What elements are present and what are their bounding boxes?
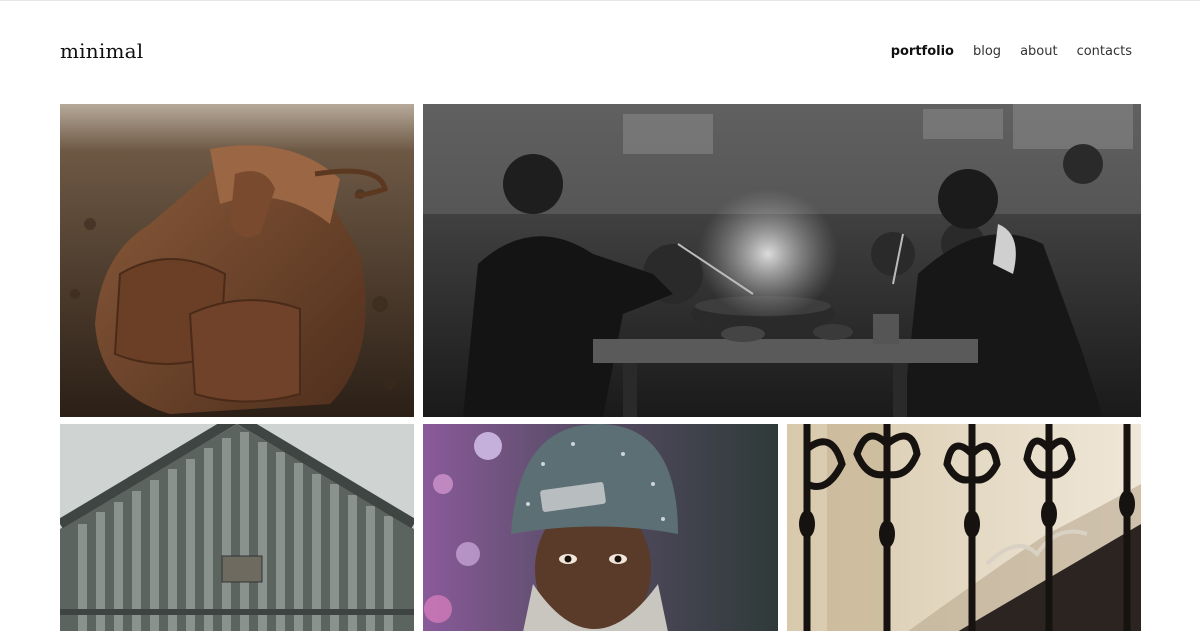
main-nav: portfolio blog about contacts [891, 44, 1132, 59]
nav-item-portfolio[interactable]: portfolio [891, 44, 954, 59]
nav-item-contacts[interactable]: contacts [1077, 44, 1132, 59]
photo-wooden-gable[interactable] [60, 424, 414, 631]
photo-street-food[interactable] [423, 104, 1141, 417]
photo-iron-railing[interactable] [787, 424, 1141, 631]
page: minimal portfolio blog about contacts [0, 0, 1200, 631]
nav-item-blog[interactable]: blog [973, 44, 1001, 59]
site-header: minimal portfolio blog about contacts [0, 1, 1200, 101]
photo-backpack[interactable] [60, 104, 414, 417]
site-logo[interactable]: minimal [60, 39, 143, 63]
nav-item-about[interactable]: about [1020, 44, 1058, 59]
photo-snow-beanie-man[interactable] [423, 424, 778, 631]
